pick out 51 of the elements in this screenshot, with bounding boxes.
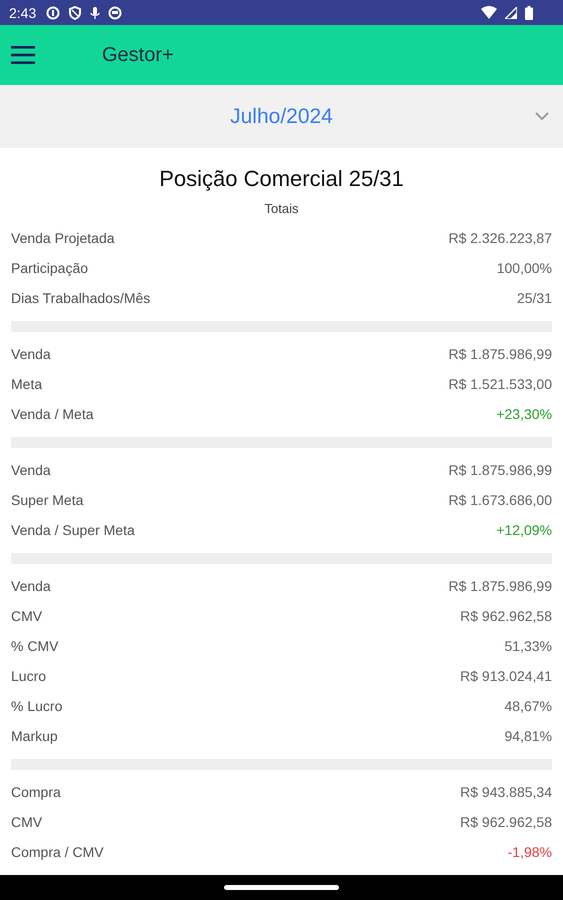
metric-value: R$ 1.875.986,99 [448,578,552,594]
metric-label: Meta [11,376,42,392]
metric-value: 100,00% [496,260,552,276]
metric-label: % CMV [11,638,58,654]
metric-label: Venda [11,578,51,594]
battery-icon [525,6,533,20]
metric-label: Venda / Super Meta [11,522,135,538]
report-title: Posição Comercial 25/31 [158,166,405,193]
report-subtitle: Totais [264,201,300,218]
metric-value: 25/31 [516,290,552,306]
home-handle[interactable] [224,885,339,890]
metric-label: Lucro [11,668,46,684]
metric-label: Venda [11,346,51,362]
wifi-icon [481,6,497,19]
metric-value: R$ 913.024,41 [460,668,552,684]
metric-label: Venda [11,462,51,478]
metric-value: R$ 1.521.533,00 [448,376,552,392]
app-title: Gestor+ [102,44,174,66]
metric-value: 48,67% [504,698,552,714]
metric-value: 94,81% [504,728,552,744]
metric-value: R$ 943.885,34 [460,784,552,800]
metric-value: -1,98% [508,844,552,860]
metric-value: R$ 1.875.986,99 [448,462,552,478]
metric-value: R$ 962.962,58 [460,608,552,624]
info-icon [46,6,60,20]
metric-label: Compra / CMV [11,844,104,860]
metric-value: R$ 1.875.986,99 [448,346,552,362]
app-notification-icon [108,6,122,20]
metric-value: R$ 962.962,58 [460,814,552,830]
period-dropdown[interactable]: Julho/2024 [0,85,563,148]
metric-value: R$ 1.673.686,00 [448,492,552,508]
metric-value: 51,33% [504,638,552,654]
menu-icon[interactable] [11,45,35,65]
metric-value: +23,30% [496,406,552,422]
metric-value: R$ 2.326.223,87 [448,230,552,246]
metric-label: Venda / Meta [11,406,94,422]
metric-label: Venda Projetada [11,230,115,246]
shield-icon [68,6,82,20]
metric-label: CMV [11,814,42,830]
chevron-down-icon [535,112,549,121]
metric-label: % Lucro [11,698,62,714]
metric-label: Dias Trabalhados/Mês [11,290,150,306]
status-time: 2:43 [9,4,36,20]
metric-label: CMV [11,608,42,624]
microphone-icon [90,6,100,20]
signal-icon [505,6,517,18]
metric-value: +12,09% [496,522,552,538]
metric-label: Super Meta [11,492,84,508]
metric-label: Participação [11,260,88,276]
metric-label: Compra [11,784,61,800]
metric-label: Markup [11,728,58,744]
